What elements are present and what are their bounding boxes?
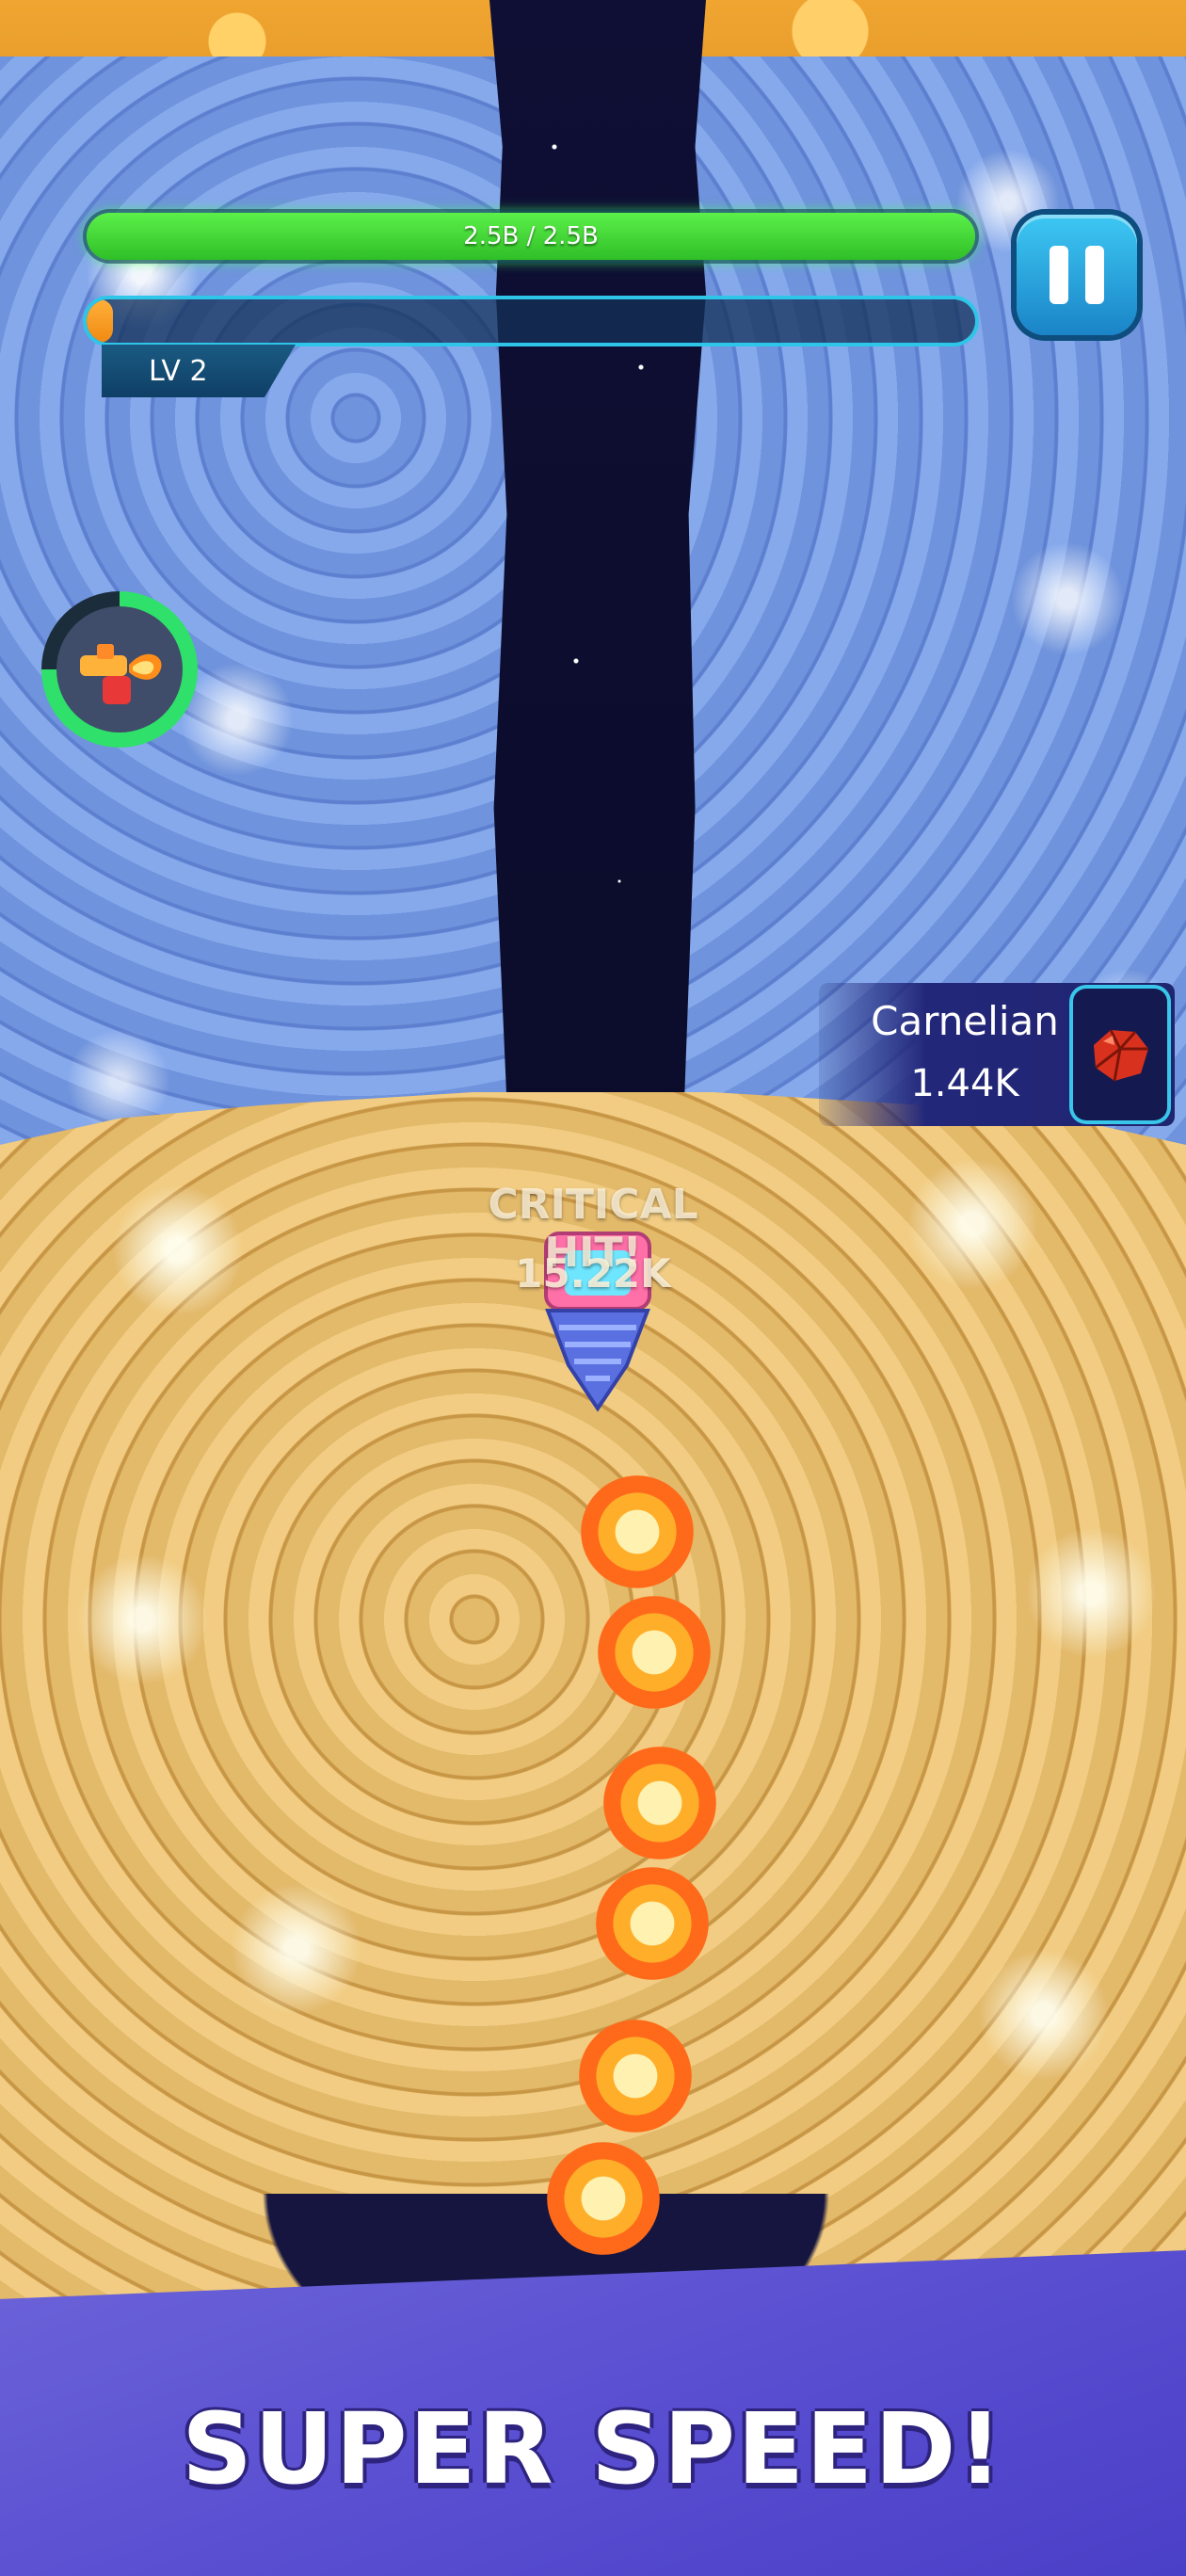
resource-amount: 1.44K (910, 1062, 1019, 1105)
explosion-effect (581, 1475, 694, 1588)
health-bar: 2.5B / 2.5B (87, 213, 975, 260)
pause-icon (1050, 246, 1068, 304)
explosion-effect (579, 2020, 692, 2133)
pause-button[interactable] (1017, 215, 1137, 335)
booster-icon-frame (56, 606, 183, 733)
explosion-effect (598, 1596, 711, 1709)
carnelian-gem-icon (1094, 1029, 1148, 1082)
resource-pickup-toast: Carnelian 1.44K (819, 983, 1175, 1126)
flamethrower-icon (80, 644, 162, 704)
level-badge: LV 2 (102, 345, 296, 397)
gem-slot (1073, 989, 1167, 1120)
fire-booster-button[interactable] (41, 591, 198, 748)
explosion-effect (596, 1867, 709, 1980)
health-label: 2.5B / 2.5B (463, 222, 599, 250)
explosion-effect (603, 1747, 716, 1860)
xp-bar (87, 299, 975, 343)
pause-icon (1085, 246, 1104, 304)
explosion-effect (547, 2142, 660, 2255)
resource-name: Carnelian (871, 998, 1059, 1044)
promo-banner-title: SUPER SPEED! (182, 2391, 1004, 2506)
damage-value-label: 15.22K (515, 1250, 671, 1296)
